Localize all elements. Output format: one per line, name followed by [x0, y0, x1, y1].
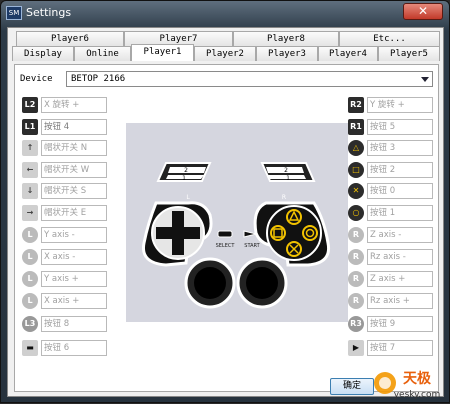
r3-button-icon: R3 — [348, 316, 364, 332]
mapping-field[interactable]: 按钮 0 — [367, 183, 433, 199]
r1-label: 1 — [286, 175, 290, 182]
dpad-icon — [151, 206, 205, 260]
tab-display[interactable]: Display — [12, 46, 74, 61]
mapping-field[interactable]: Y 旋转 + — [367, 97, 433, 113]
triangle-button-icon: △ — [348, 140, 364, 156]
mapping-field[interactable]: Y axis + — [41, 271, 107, 287]
dpad-up-icon: ↑ — [22, 140, 38, 156]
mapping-field[interactable]: 帽状开关 W — [41, 162, 107, 178]
face-buttons-icon — [266, 205, 322, 261]
chevron-down-icon[interactable] — [421, 77, 429, 82]
watermark-brand: 天极 — [403, 370, 432, 387]
mapping-field[interactable]: X axis - — [41, 249, 107, 265]
tab-etc[interactable]: Etc... — [339, 31, 440, 46]
left-stick-up-icon: L — [22, 227, 38, 243]
mapping-field[interactable]: 按钮 1 — [367, 205, 433, 221]
device-select[interactable]: BETOP 2166 — [66, 71, 433, 87]
watermark-site: yesky.com — [394, 390, 441, 400]
right-stick-up-icon: R — [348, 227, 364, 243]
cross-button-icon: ✕ — [348, 183, 364, 199]
watermark-logo: 天极 yesky.com — [373, 365, 449, 401]
mapping-field[interactable]: 按钮 3 — [367, 140, 433, 156]
l1-button-icon: L1 — [22, 119, 38, 135]
window-title: Settings — [26, 6, 72, 19]
l2-button-icon: L2 — [22, 97, 38, 113]
mapping-field[interactable]: X 旋转 + — [41, 97, 107, 113]
r2-button-icon: R2 — [348, 97, 364, 113]
mapping-field[interactable]: Rz axis + — [367, 293, 433, 309]
mapping-field[interactable]: 按钮 8 — [41, 316, 107, 332]
mapping-field[interactable]: 帽状开关 S — [41, 183, 107, 199]
dpad-left-icon: ← — [22, 162, 38, 178]
mapping-field[interactable]: 按钮 6 — [41, 340, 107, 356]
tab-player6[interactable]: Player6 — [16, 31, 124, 46]
r1-button-icon: R1 — [348, 119, 364, 135]
left-stick-left-icon: L — [22, 249, 38, 265]
controller-illustration: 2 1 2 1 L R SELECT START — [126, 123, 348, 322]
mapping-field[interactable]: 按钮 7 — [367, 340, 433, 356]
tab-player4[interactable]: Player4 — [318, 46, 378, 61]
tab-player3[interactable]: Player3 — [256, 46, 318, 61]
tab-online[interactable]: Online — [74, 46, 131, 61]
circle-button-icon: ○ — [348, 205, 364, 221]
mapping-field[interactable]: Z axis + — [367, 271, 433, 287]
tab-player1[interactable]: Player1 — [131, 44, 194, 61]
dpad-right-icon: → — [22, 205, 38, 221]
r2-label: 2 — [284, 167, 288, 174]
mapping-field[interactable]: 按钮 9 — [367, 316, 433, 332]
dpad-down-icon: ↓ — [22, 183, 38, 199]
settings-window: SM Settings ✕ Player6 Player7 Player8 Et… — [0, 0, 450, 403]
l3-button-icon: L3 — [22, 316, 38, 332]
left-side-label: L — [186, 194, 190, 201]
mapping-field[interactable]: Y axis - — [41, 227, 107, 243]
l1-label: 1 — [182, 175, 186, 182]
mapping-field[interactable]: X axis + — [41, 293, 107, 309]
start-label: START — [244, 243, 260, 249]
mapping-field[interactable]: 帽状开关 N — [41, 140, 107, 156]
square-button-icon: □ — [348, 162, 364, 178]
mapping-field[interactable]: Rz axis - — [367, 249, 433, 265]
right-analog-stick-icon — [236, 257, 288, 309]
left-shoulder-icon: 2 1 — [156, 162, 212, 182]
mapping-field[interactable]: 按钮 4 — [41, 119, 107, 135]
select-button-icon: ▬ — [22, 340, 38, 356]
right-stick-left-icon: R — [348, 249, 364, 265]
right-stick-down-icon: R — [348, 271, 364, 287]
right-stick-right-icon: R — [348, 293, 364, 309]
left-stick-right-icon: L — [22, 293, 38, 309]
select-icon: SELECT — [216, 230, 236, 249]
dialog-client: Player6 Player7 Player8 Etc... Display O… — [7, 27, 444, 397]
mapping-field[interactable]: 按钮 5 — [367, 119, 433, 135]
left-analog-stick-icon — [184, 257, 236, 309]
tab-player5[interactable]: Player5 — [378, 46, 440, 61]
gamepad-diagram: 2 1 2 1 L R SELECT START — [141, 162, 331, 309]
app-icon: SM — [6, 6, 22, 20]
mapping-field[interactable]: Z axis - — [367, 227, 433, 243]
start-button-icon: ▶ — [348, 340, 364, 356]
ok-button[interactable]: 确定 — [330, 378, 374, 395]
l2-label: 2 — [184, 167, 188, 174]
title-bar[interactable]: SM Settings ✕ — [1, 1, 449, 25]
left-stick-down-icon: L — [22, 271, 38, 287]
mapping-field[interactable]: 帽状开关 E — [41, 205, 107, 221]
device-value: BETOP 2166 — [71, 74, 126, 84]
right-shoulder-icon: 2 1 — [260, 162, 316, 182]
tab-player8[interactable]: Player8 — [233, 31, 339, 46]
device-label: Device — [20, 74, 53, 84]
right-side-label: R — [282, 194, 286, 201]
mapping-field[interactable]: 按钮 2 — [367, 162, 433, 178]
select-label: SELECT — [216, 243, 236, 249]
tab-player2[interactable]: Player2 — [194, 46, 256, 61]
close-button[interactable]: ✕ — [403, 3, 443, 20]
